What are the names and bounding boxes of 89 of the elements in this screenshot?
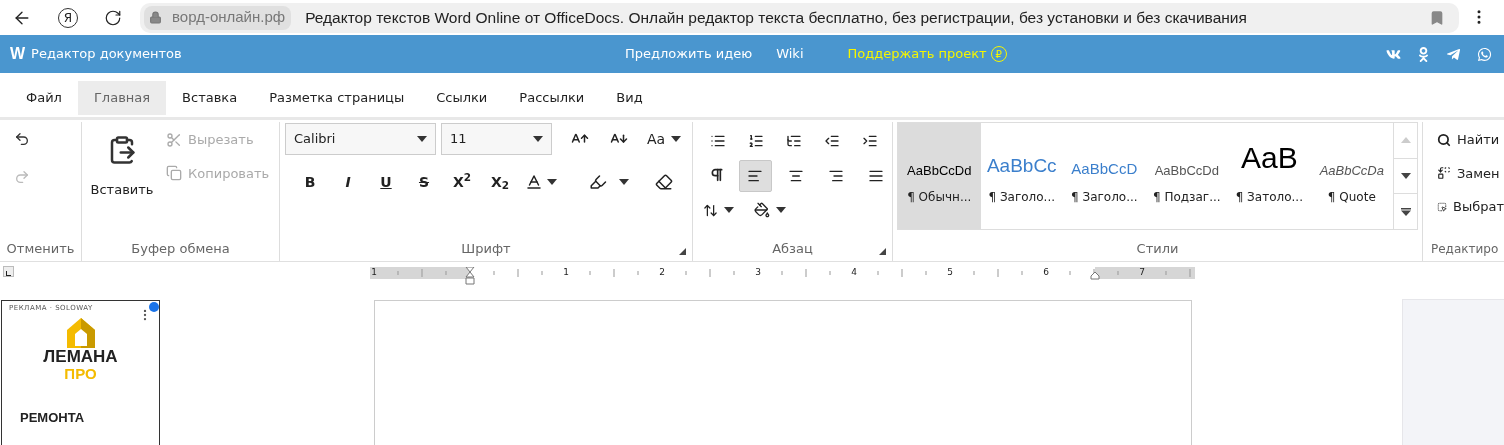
align-button[interactable]: [739, 160, 772, 192]
style-item[interactable]: AaB ¶ Затоло...: [1228, 123, 1311, 229]
replace-icon: [1437, 166, 1451, 181]
format-button[interactable]: B: [293, 169, 327, 195]
group-label: Абзац: [772, 240, 813, 259]
domain-text: ворд-онлайн.рф: [166, 5, 292, 30]
whatsapp-icon[interactable]: [1477, 46, 1492, 62]
right-indent-icon[interactable]: [1090, 272, 1100, 280]
group-label: Стили: [1136, 240, 1179, 259]
down-arrow-icon: [1400, 173, 1411, 179]
replace-button[interactable]: Замен: [1437, 163, 1504, 183]
caret-icon: [417, 136, 427, 142]
format-button[interactable]: U: [369, 169, 403, 195]
style-item[interactable]: AaBbCcD ¶ Заголо...: [1063, 123, 1146, 229]
ribbon-tab[interactable]: Рассылки: [503, 81, 601, 115]
house-logo-icon: [66, 317, 95, 348]
style-item[interactable]: AaBbCcDd ¶ Подзаг...: [1145, 123, 1229, 229]
info-icon[interactable]: [149, 302, 159, 312]
ribbon-tab[interactable]: Главная: [77, 81, 167, 115]
scissors-icon: [166, 131, 182, 148]
ruler-number: 1: [563, 266, 569, 279]
style-item[interactable]: AaBbCc ¶ Заголо...: [980, 123, 1064, 229]
ruler-number: 2: [659, 266, 665, 279]
find-button[interactable]: Найти: [1437, 130, 1504, 150]
ribbon-tab[interactable]: Разметка страницы: [253, 81, 421, 115]
copy-icon: [166, 165, 182, 182]
caret-icon: [724, 207, 734, 213]
address-bar[interactable]: ворд-онлайн.рф Редактор текстов Word Online от OfficeDocs. Онлайн редактор текста бесплатно, без регистрации, без установки и без скачивания: [140, 2, 1459, 33]
change-case-button[interactable]: Aa: [647, 128, 682, 150]
align-icon: [867, 168, 884, 184]
app-title: Редактор документов: [31, 45, 182, 64]
group-label: Отменить: [6, 240, 75, 259]
highlight-icon[interactable]: [589, 173, 607, 191]
font-name-select[interactable]: Calibri: [285, 123, 436, 155]
brand-subname: ПРО: [64, 365, 97, 382]
ruler-number: 5: [947, 266, 953, 279]
numbered-list-icon: [748, 133, 764, 149]
style-item[interactable]: AaBbCcDd ¶ Обычн...: [898, 123, 981, 229]
page-title: Редактор текстов Word Online от OfficeDocs. Онлайн редактор текста бесплатно, без регистрации, без установки и без скачивания: [305, 7, 1247, 28]
ribbon-tab[interactable]: Вид: [600, 81, 659, 115]
outdent-icon: [824, 133, 840, 149]
format-button[interactable]: I: [331, 169, 365, 195]
caret-icon: [533, 136, 543, 142]
clear-format-icon[interactable]: [655, 173, 673, 191]
ribbon-tab[interactable]: Ссылки: [420, 81, 504, 115]
font-color-icon[interactable]: [525, 173, 543, 191]
align-icon: [827, 168, 844, 184]
caret-icon: [619, 179, 629, 185]
format-button[interactable]: X$_{2}$: [483, 169, 517, 195]
ruler-number: 3: [755, 266, 761, 279]
ribbon-tab[interactable]: Файл: [10, 81, 78, 115]
format-button[interactable]: X$^{2}$: [445, 169, 479, 195]
lock-icon: [148, 11, 162, 24]
reload-icon[interactable]: [104, 8, 122, 27]
group-label: Редактиро: [1431, 241, 1499, 258]
caret-icon: [776, 207, 786, 213]
more-arrow-icon: [1400, 207, 1411, 216]
style-item[interactable]: AaBbCcDa ¶ Quote: [1310, 123, 1394, 229]
select-button[interactable]: Выбрат: [1437, 197, 1504, 217]
tab-stop-icon[interactable]: [3, 266, 14, 277]
search-icon: [1437, 132, 1451, 147]
bookmark-icon[interactable]: [1429, 9, 1445, 26]
dialog-launcher-icon[interactable]: [879, 248, 886, 255]
ad-headline: РЕМОНТА: [20, 408, 86, 427]
multilevel-list-icon: [786, 133, 802, 149]
ruler-number: 7: [1139, 266, 1145, 279]
indent-marker-icon[interactable]: [465, 267, 475, 285]
telegram-icon[interactable]: [1446, 46, 1461, 62]
app-logo: W: [10, 44, 26, 64]
font-size-select[interactable]: 11: [441, 123, 552, 155]
bullet-list-icon: [710, 133, 726, 149]
align-icon: [747, 168, 764, 184]
indent-icon: [862, 133, 878, 149]
line-spacing-icon: [703, 202, 718, 218]
align-icon: [787, 168, 804, 184]
ruler-number: 1: [371, 266, 377, 279]
ribbon-tab[interactable]: Вставка: [166, 81, 254, 115]
caret-icon: [671, 136, 682, 142]
up-arrow-icon: [1400, 137, 1411, 144]
caret-icon: [547, 179, 557, 185]
ok-icon[interactable]: [1417, 46, 1430, 62]
group-label: Шрифт: [461, 240, 511, 259]
ruler-number: 4: [851, 266, 857, 279]
group-label: Буфер обмена: [131, 240, 230, 259]
brand-name: ЛЕМАНА: [43, 347, 118, 366]
ruler-number: 6: [1043, 266, 1049, 279]
paint-bucket-icon: [754, 202, 770, 218]
format-button[interactable]: S: [407, 169, 441, 195]
dialog-launcher-icon[interactable]: [679, 248, 686, 255]
